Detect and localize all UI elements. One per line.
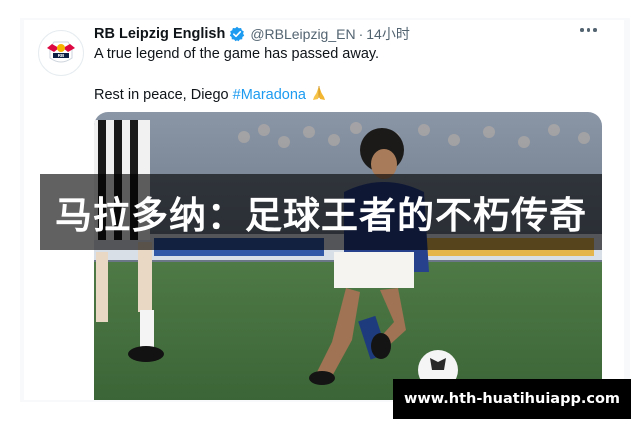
display-name[interactable]: RB Leipzig English xyxy=(94,26,225,42)
title-banner: 马拉多纳：足球王者的不朽传奇 xyxy=(40,174,602,250)
tweet-text-prefix: Rest in peace, Diego xyxy=(94,87,233,103)
avatar[interactable]: RB xyxy=(38,30,84,76)
tweet-text-line2: Rest in peace, Diego #Maradona xyxy=(94,84,328,106)
rb-leipzig-logo-icon: RB xyxy=(40,32,82,74)
watermark-text: www.hth-huatihuiapp.com xyxy=(403,391,621,407)
verified-badge-icon xyxy=(229,26,245,42)
tweet-photo[interactable] xyxy=(94,112,602,400)
maradona-action-photo xyxy=(94,112,602,400)
banner-title: 马拉多纳：足球王者的不朽传奇 xyxy=(55,194,587,237)
tweet-text-line1: A true legend of the game has passed awa… xyxy=(94,46,380,62)
tweet-header: RB Leipzig English @RBLeipzig_EN · 14小时 xyxy=(94,24,410,44)
watermark: www.hth-huatihuiapp.com xyxy=(393,379,631,419)
hashtag-link[interactable]: #Maradona xyxy=(233,87,306,103)
separator-dot: · xyxy=(358,26,364,42)
folded-hands-icon xyxy=(310,84,328,106)
svg-text:RB: RB xyxy=(58,53,65,58)
tweet-timestamp[interactable]: 14小时 xyxy=(366,24,410,44)
user-handle[interactable]: @RBLeipzig_EN xyxy=(250,26,355,42)
more-options-icon[interactable] xyxy=(580,28,597,32)
